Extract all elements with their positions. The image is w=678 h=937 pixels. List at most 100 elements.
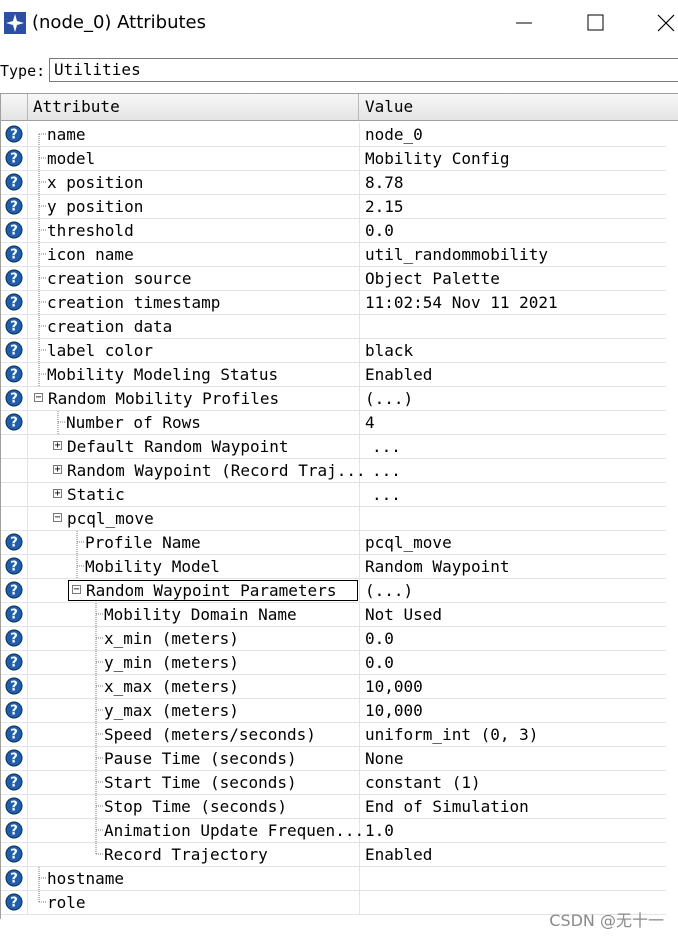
value-cell[interactable]: 10,000	[360, 675, 667, 698]
table-row[interactable]: ? x_min (meters) 0.0	[1, 627, 667, 651]
table-row[interactable]: ? Speed (meters/seconds) uniform_int (0, 3…	[1, 723, 667, 747]
table-row[interactable]: + Random Waypoint (Record Traj......	[1, 459, 667, 483]
attribute-cell[interactable]: label color	[28, 339, 360, 362]
table-row[interactable]: ? Mobility Model Random Waypoint	[1, 555, 667, 579]
expand-icon[interactable]: +	[53, 465, 62, 475]
table-row[interactable]: ? creation source Object Palette	[1, 267, 667, 291]
help-icon[interactable]: ?	[5, 773, 23, 791]
table-row[interactable]: + Static...	[1, 483, 667, 507]
table-row[interactable]: ? icon name util_randommobility	[1, 243, 667, 267]
attribute-cell[interactable]: + Random Waypoint (Record Traj...	[28, 459, 366, 482]
help-icon[interactable]: ?	[5, 389, 23, 407]
value-cell[interactable]: 0.0	[360, 651, 667, 674]
value-cell[interactable]: Enabled	[360, 363, 667, 386]
value-cell[interactable]: black	[360, 339, 667, 362]
help-icon[interactable]: ?	[5, 749, 23, 767]
help-icon[interactable]: ?	[5, 557, 23, 575]
table-row[interactable]: ? Mobility Modeling Status Enabled	[1, 363, 667, 387]
attribute-cell[interactable]: role	[28, 891, 360, 914]
attribute-column-header[interactable]: Attribute	[28, 94, 359, 120]
attribute-cell[interactable]: y position	[28, 195, 360, 218]
table-row[interactable]: ? hostname	[1, 867, 667, 891]
help-icon[interactable]: ?	[5, 317, 23, 335]
table-row[interactable]: ? name node_0	[1, 123, 667, 147]
attribute-cell[interactable]: x position	[28, 171, 360, 194]
attribute-cell[interactable]: Animation Update Frequen...	[28, 819, 364, 842]
help-icon[interactable]: ?	[5, 149, 23, 167]
help-icon[interactable]: ?	[5, 821, 23, 839]
attribute-cell[interactable]: icon name	[28, 243, 360, 266]
attribute-cell[interactable]: Number of Rows	[28, 411, 360, 434]
value-cell[interactable]: 0.0	[360, 627, 667, 650]
value-cell[interactable]: ...	[360, 459, 667, 482]
attribute-cell[interactable]: model	[28, 147, 360, 170]
help-icon[interactable]: ?	[5, 269, 23, 287]
help-icon[interactable]: ?	[5, 221, 23, 239]
value-cell[interactable]: Mobility Config	[360, 147, 667, 170]
table-row[interactable]: ? Stop Time (seconds) End of Simulation	[1, 795, 667, 819]
help-icon[interactable]: ?	[5, 293, 23, 311]
table-row[interactable]: ? Animation Update Frequen... 1.0	[1, 819, 667, 843]
help-icon[interactable]: ?	[5, 605, 23, 623]
help-icon[interactable]: ?	[5, 845, 23, 863]
attribute-cell[interactable]: hostname	[28, 867, 360, 890]
help-icon[interactable]: ?	[5, 341, 23, 359]
help-icon[interactable]: ?	[5, 797, 23, 815]
expand-icon[interactable]: +	[53, 489, 62, 499]
value-cell[interactable]: constant (1)	[360, 771, 667, 794]
help-icon[interactable]: ?	[5, 701, 23, 719]
help-icon[interactable]: ?	[5, 365, 23, 383]
value-cell[interactable]: (...)	[360, 579, 667, 602]
attribute-cell[interactable]: creation data	[28, 315, 360, 338]
table-row[interactable]: ? creation data	[1, 315, 667, 339]
value-cell[interactable]: Random Waypoint	[360, 555, 667, 578]
table-row[interactable]: ? Pause Time (seconds) None	[1, 747, 667, 771]
attribute-cell[interactable]: threshold	[28, 219, 360, 242]
table-row[interactable]: ? y_max (meters) 10,000	[1, 699, 667, 723]
attribute-cell[interactable]: Mobility Domain Name	[28, 603, 360, 626]
value-cell[interactable]	[360, 507, 667, 530]
attribute-cell[interactable]: + Static	[28, 483, 360, 506]
value-cell[interactable]: 2.15	[360, 195, 667, 218]
value-cell[interactable]: 8.78	[360, 171, 667, 194]
attribute-cell[interactable]: Stop Time (seconds)	[28, 795, 360, 818]
table-row[interactable]: ? Record Trajectory Enabled	[1, 843, 667, 867]
table-row[interactable]: ? model Mobility Config	[1, 147, 667, 171]
attribute-cell[interactable]: Profile Name	[28, 531, 360, 554]
attribute-cell[interactable]: creation source	[28, 267, 360, 290]
value-cell[interactable]: Not Used	[360, 603, 667, 626]
table-row[interactable]: ? − Random Waypoint Parameters (...)	[1, 579, 667, 603]
type-field[interactable]: Utilities	[49, 58, 678, 82]
attribute-cell[interactable]: Speed (meters/seconds)	[28, 723, 360, 746]
attribute-cell[interactable]: x_max (meters)	[28, 675, 360, 698]
collapse-icon[interactable]: −	[72, 585, 81, 595]
help-icon[interactable]: ?	[5, 533, 23, 551]
help-icon[interactable]: ?	[5, 197, 23, 215]
table-row[interactable]: ? Profile Name pcql_move	[1, 531, 667, 555]
value-cell[interactable]: 0.0	[360, 219, 667, 242]
table-row[interactable]: ? label color black	[1, 339, 667, 363]
table-row[interactable]: ? y position 2.15	[1, 195, 667, 219]
attribute-cell[interactable]: − pcql_move	[28, 507, 360, 530]
help-icon[interactable]: ?	[5, 413, 23, 431]
collapse-icon[interactable]: −	[53, 513, 62, 523]
value-cell[interactable]	[360, 315, 667, 338]
attribute-cell[interactable]: y_max (meters)	[28, 699, 360, 722]
help-icon[interactable]: ?	[5, 629, 23, 647]
help-icon[interactable]: ?	[5, 173, 23, 191]
attribute-cell[interactable]: Mobility Model	[28, 555, 360, 578]
help-icon[interactable]: ?	[5, 125, 23, 143]
value-cell[interactable]: 11:02:54 Nov 11 2021	[360, 291, 667, 314]
table-row[interactable]: ? y_min (meters) 0.0	[1, 651, 667, 675]
value-cell[interactable]: None	[360, 747, 667, 770]
value-cell[interactable]: End of Simulation	[360, 795, 667, 818]
value-column-header[interactable]: Value	[360, 94, 678, 120]
help-icon[interactable]: ?	[5, 869, 23, 887]
help-icon[interactable]: ?	[5, 245, 23, 263]
value-cell[interactable]: 10,000	[360, 699, 667, 722]
help-icon[interactable]: ?	[5, 581, 23, 599]
table-row[interactable]: − pcql_move	[1, 507, 667, 531]
table-row[interactable]: ? x_max (meters) 10,000	[1, 675, 667, 699]
value-cell[interactable]: 1.0	[360, 819, 667, 842]
help-icon[interactable]: ?	[5, 653, 23, 671]
